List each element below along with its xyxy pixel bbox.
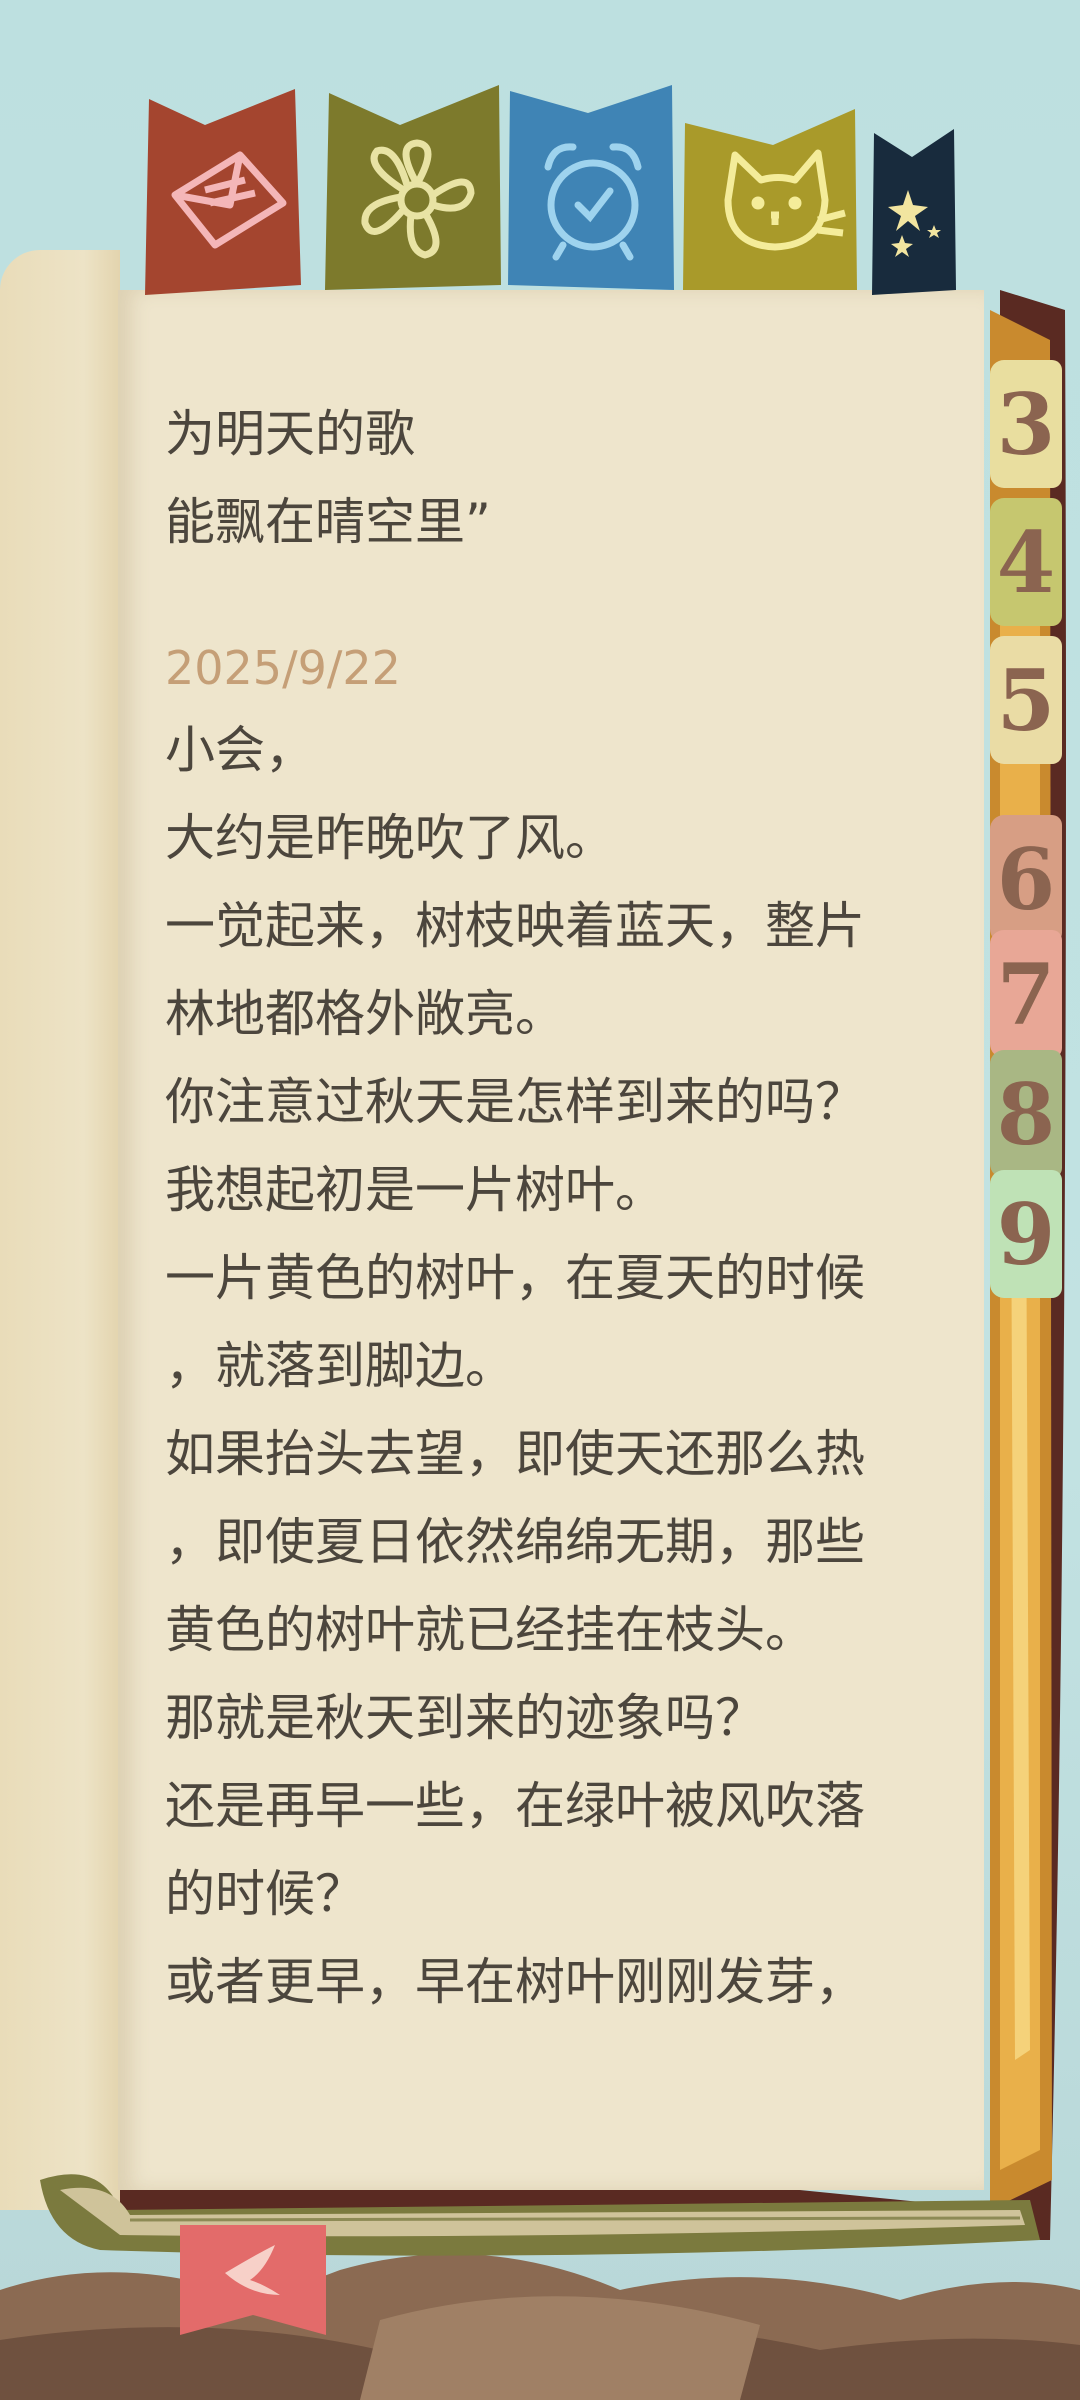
flag-alarm-clock[interactable] <box>508 85 674 295</box>
tab-label: 3 <box>996 374 1056 474</box>
tab-label: 6 <box>996 829 1056 929</box>
tab-8[interactable]: 8 <box>990 1050 1062 1178</box>
entry-line: 的时候？ <box>165 1865 365 1923</box>
flag-stars[interactable] <box>872 85 958 295</box>
poem-line: 能飘在晴空里” <box>165 493 491 551</box>
left-page-edge <box>0 250 120 2210</box>
tab-label: 7 <box>996 944 1056 1044</box>
entry-line: 如果抬头去望，即使天还那么热 <box>165 1425 865 1483</box>
flag-envelope[interactable] <box>145 85 305 295</box>
entry-date: 2025/9/22 <box>165 641 401 695</box>
entry-line: 黄色的树叶就已经挂在枝头。 <box>165 1601 815 1659</box>
tab-label: 9 <box>996 1184 1056 1284</box>
entry-line: 我想起初是一片树叶。 <box>165 1161 665 1219</box>
bookmark-ribbon[interactable] <box>180 2225 326 2335</box>
tab-label: 5 <box>996 650 1056 750</box>
journal-content: 为明天的歌 能飘在晴空里” 2025/9/22 小会， 大约是昨晚吹了风。 一觉… <box>165 390 925 2026</box>
entry-line: 你注意过秋天是怎样到来的吗？ <box>165 1073 865 1131</box>
entry-line: 一片黄色的树叶，在夏天的时候 <box>165 1249 865 1307</box>
flag-flower[interactable] <box>325 85 503 295</box>
entry-line: 大约是昨晚吹了风。 <box>165 809 615 867</box>
flag-cat[interactable] <box>683 85 858 295</box>
tab-7[interactable]: 7 <box>990 930 1062 1058</box>
entry-line: 小会， <box>165 721 315 779</box>
tab-5[interactable]: 5 <box>990 636 1062 764</box>
entry-line: 林地都格外敞亮。 <box>165 985 565 1043</box>
tab-6[interactable]: 6 <box>990 815 1062 943</box>
tab-4[interactable]: 4 <box>990 498 1062 626</box>
entry-line: 一觉起来，树枝映着蓝天，整片 <box>165 897 865 955</box>
entry-line: 还是再早一些，在绿叶被风吹落 <box>165 1777 865 1835</box>
entry-line: ，就落到脚边。 <box>165 1337 515 1395</box>
tab-3[interactable]: 3 <box>990 360 1062 488</box>
poem-line: 为明天的歌 <box>165 405 415 463</box>
entry-line: 或者更早，早在树叶刚刚发芽， <box>165 1953 865 2011</box>
tab-label: 8 <box>996 1064 1056 1164</box>
entry-line: 那就是秋天到来的迹象吗？ <box>165 1689 765 1747</box>
tab-9[interactable]: 9 <box>990 1170 1062 1298</box>
entry-line: ，即使夏日依然绵绵无期，那些 <box>165 1513 865 1571</box>
tab-label: 4 <box>996 512 1056 612</box>
